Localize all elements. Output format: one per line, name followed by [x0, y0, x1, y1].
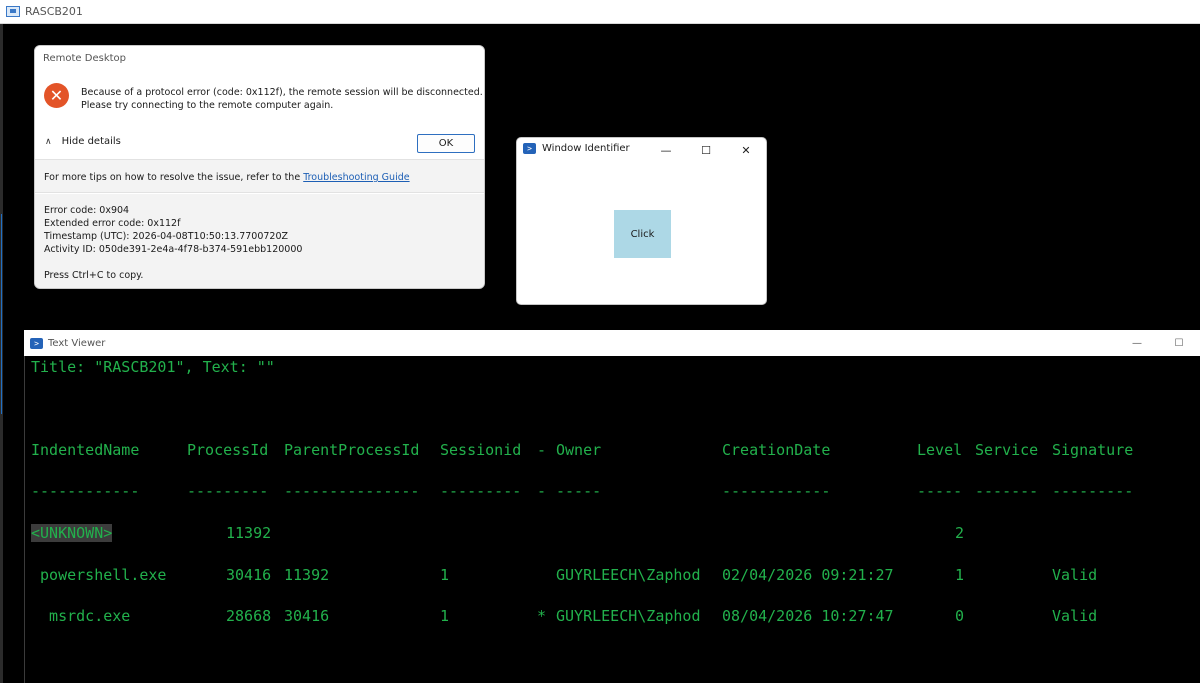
error-codes: Error code: 0x904 Extended error code: 0… — [44, 204, 302, 256]
row0-level: 2 — [955, 524, 965, 542]
error-x-icon: ✕ — [44, 83, 69, 108]
underline-level: ----- — [917, 482, 963, 500]
left-edge-strip — [0, 24, 3, 683]
underline-service: ------- — [975, 482, 1039, 500]
hide-details-toggle[interactable]: ∧ Hide details — [45, 136, 121, 147]
row2-owner: GUYRLEECH\Zaphod — [556, 607, 701, 625]
copy-hint: Press Ctrl+C to copy. — [44, 270, 144, 281]
text-viewer-controls: — ☐ — [1116, 330, 1200, 356]
row2-signature: Valid — [1052, 607, 1098, 625]
rascb201-title-bar[interactable]: RASCB201 — [0, 0, 1200, 24]
window-identifier-window: > Window Identifier — ☐ ✕ Click — [516, 137, 767, 305]
row2-session: 1 — [440, 607, 450, 625]
text-viewer-title: Text Viewer — [48, 337, 106, 349]
hide-details-label: Hide details — [61, 136, 121, 147]
remote-desktop-icon — [6, 6, 20, 17]
underline-creationdate: ------------ — [722, 482, 831, 500]
row2-name: msrdc.exe — [31, 607, 131, 625]
row2-ppid: 30416 — [284, 607, 330, 625]
header-service: Service — [975, 441, 1039, 459]
troubleshooting-guide-link[interactable]: Troubleshooting Guide — [303, 172, 409, 183]
row2-date: 08/04/2026 10:27:47 — [722, 607, 894, 625]
text-viewer-window: > Text Viewer — ☐ Title: "RASCB201", Tex… — [24, 330, 1200, 683]
remote-desktop-dialog: Remote Desktop ✕ Because of a protocol e… — [34, 45, 485, 289]
header-parentprocessid: ParentProcessId — [284, 441, 420, 459]
minimize-button[interactable]: — — [646, 138, 686, 162]
header-signature: Signature — [1052, 441, 1134, 459]
error-message-line2: Please try connecting to the remote comp… — [81, 100, 334, 111]
header-dash: - — [537, 441, 547, 459]
window-identifier-title: Window Identifier — [542, 143, 630, 154]
tips-text: For more tips on how to resolve the issu… — [44, 172, 410, 183]
header-creationdate: CreationDate — [722, 441, 831, 459]
chevron-up-icon: ∧ — [45, 136, 52, 147]
row1-session: 1 — [440, 566, 450, 584]
header-sessionid: Sessionid — [440, 441, 522, 459]
row1-owner: GUYRLEECH\Zaphod — [556, 566, 701, 584]
title-line: Title: "RASCB201", Text: "" — [31, 358, 275, 376]
row2-pid: 28668 — [226, 607, 272, 625]
row1-signature: Valid — [1052, 566, 1098, 584]
underline-parentprocessid: --------------- — [284, 482, 420, 500]
row0-pid: 11392 — [226, 524, 272, 542]
header-owner: Owner — [556, 441, 602, 459]
maximize-button[interactable]: ☐ — [1158, 330, 1200, 356]
underline-owner: ----- — [556, 482, 602, 500]
header-processid: ProcessId — [187, 441, 269, 459]
row1-ppid: 11392 — [284, 566, 330, 584]
row1-date: 02/04/2026 09:21:27 — [722, 566, 894, 584]
window-identifier-titlebar[interactable]: > Window Identifier — [523, 143, 630, 154]
click-button[interactable]: Click — [614, 210, 671, 258]
text-viewer-content[interactable]: Title: "RASCB201", Text: "" IndentedName… — [24, 356, 1200, 683]
row0-name: <UNKNOWN> — [31, 524, 113, 542]
row1-level: 1 — [955, 566, 965, 584]
dialog-title: Remote Desktop — [43, 53, 127, 64]
row2-level: 0 — [955, 607, 965, 625]
window-controls: — ☐ ✕ — [646, 138, 766, 162]
error-details-section: Error code: 0x904 Extended error code: 0… — [35, 194, 484, 288]
ok-button[interactable]: OK — [417, 134, 475, 153]
row1-pid: 30416 — [226, 566, 272, 584]
underline-signature: --------- — [1052, 482, 1134, 500]
error-code: Error code: 0x904 — [44, 205, 130, 216]
row1-name: powershell.exe — [31, 566, 167, 584]
header-indentedname: IndentedName — [31, 441, 140, 459]
underline-sessionid: --------- — [440, 482, 522, 500]
powershell-icon: > — [523, 143, 536, 154]
timestamp: Timestamp (UTC): 2026-04-08T10:50:13.770… — [44, 231, 289, 242]
error-message-line1: Because of a protocol error (code: 0x112… — [81, 87, 483, 98]
underline-processid: --------- — [187, 482, 269, 500]
header-level: Level — [917, 441, 963, 459]
underline-indentedname: ------------ — [31, 482, 140, 500]
maximize-button[interactable]: ☐ — [686, 138, 726, 162]
minimize-button[interactable]: — — [1116, 330, 1158, 356]
underline-dash: - — [537, 482, 547, 500]
powershell-icon: > — [30, 337, 43, 349]
rascb201-title: RASCB201 — [25, 5, 83, 18]
extended-error-code: Extended error code: 0x112f — [44, 218, 181, 229]
close-button[interactable]: ✕ — [726, 138, 766, 162]
activity-id: Activity ID: 050de391-2e4a-4f78-b374-591… — [44, 244, 303, 255]
tips-prefix: For more tips on how to resolve the issu… — [44, 172, 304, 183]
text-viewer-titlebar[interactable]: > Text Viewer — [24, 330, 1200, 356]
tips-section: For more tips on how to resolve the issu… — [35, 159, 484, 193]
error-message: Because of a protocol error (code: 0x112… — [81, 86, 483, 112]
row2-flag: * — [537, 607, 547, 625]
